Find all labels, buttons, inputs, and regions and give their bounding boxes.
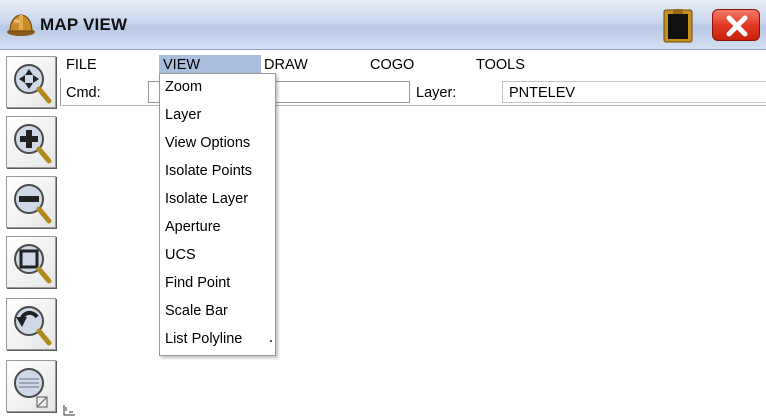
zoom-window-button[interactable] [6, 236, 56, 288]
menu-tools[interactable]: TOOLS [472, 55, 529, 76]
menu-file[interactable]: FILE [62, 55, 101, 76]
clipboard-button[interactable] [660, 9, 696, 43]
window-title: MAP VIEW [40, 15, 128, 34]
zoom-extents-icon [14, 368, 48, 408]
view-menu-item-isolate-points[interactable]: Isolate Points [165, 163, 252, 179]
view-menu-dropdown: Zoom Layer View Options Isolate Points I… [159, 73, 276, 356]
view-menu-item-zoom[interactable]: Zoom [165, 79, 202, 95]
zoom-previous-button[interactable] [6, 298, 56, 350]
view-menu-item-layer[interactable]: Layer [165, 107, 201, 123]
view-menu-item-view-options[interactable]: View Options [165, 135, 250, 151]
zoom-out-icon [14, 184, 52, 224]
zoom-in-button[interactable] [6, 116, 56, 168]
close-icon [726, 15, 748, 37]
zoom-extents-button[interactable] [6, 360, 56, 412]
cmd-label: Cmd: [66, 85, 101, 101]
view-menu-item-list-polyline[interactable]: List Polyline [165, 331, 242, 347]
layer-label: Layer: [416, 85, 457, 101]
zoom-previous-icon [14, 306, 52, 346]
layer-field[interactable]: PNTELEV [502, 81, 766, 103]
view-menu-item-ucs[interactable]: UCS [165, 247, 196, 263]
view-menu-item-isolate-layer[interactable]: Isolate Layer [165, 191, 248, 207]
pan-magnifier-icon [14, 64, 52, 104]
menu-cogo[interactable]: COGO [366, 55, 418, 76]
ucs-axis-icon [63, 405, 75, 416]
zoom-out-button[interactable] [6, 176, 56, 228]
zoom-window-icon [14, 244, 52, 284]
title-bar: MAP VIEW [0, 0, 766, 50]
hardhat-icon [7, 14, 35, 36]
view-menu-item-scale-bar[interactable]: Scale Bar [165, 303, 228, 319]
pan-button[interactable] [6, 56, 56, 108]
view-menu-item-aperture[interactable]: Aperture [165, 219, 221, 235]
close-button[interactable] [712, 9, 760, 41]
map-toolbar [0, 50, 60, 419]
view-menu-item-find-point[interactable]: Find Point [165, 275, 230, 291]
zoom-in-icon [14, 124, 52, 164]
clipboard-icon [663, 9, 693, 43]
submenu-dot [270, 340, 272, 342]
